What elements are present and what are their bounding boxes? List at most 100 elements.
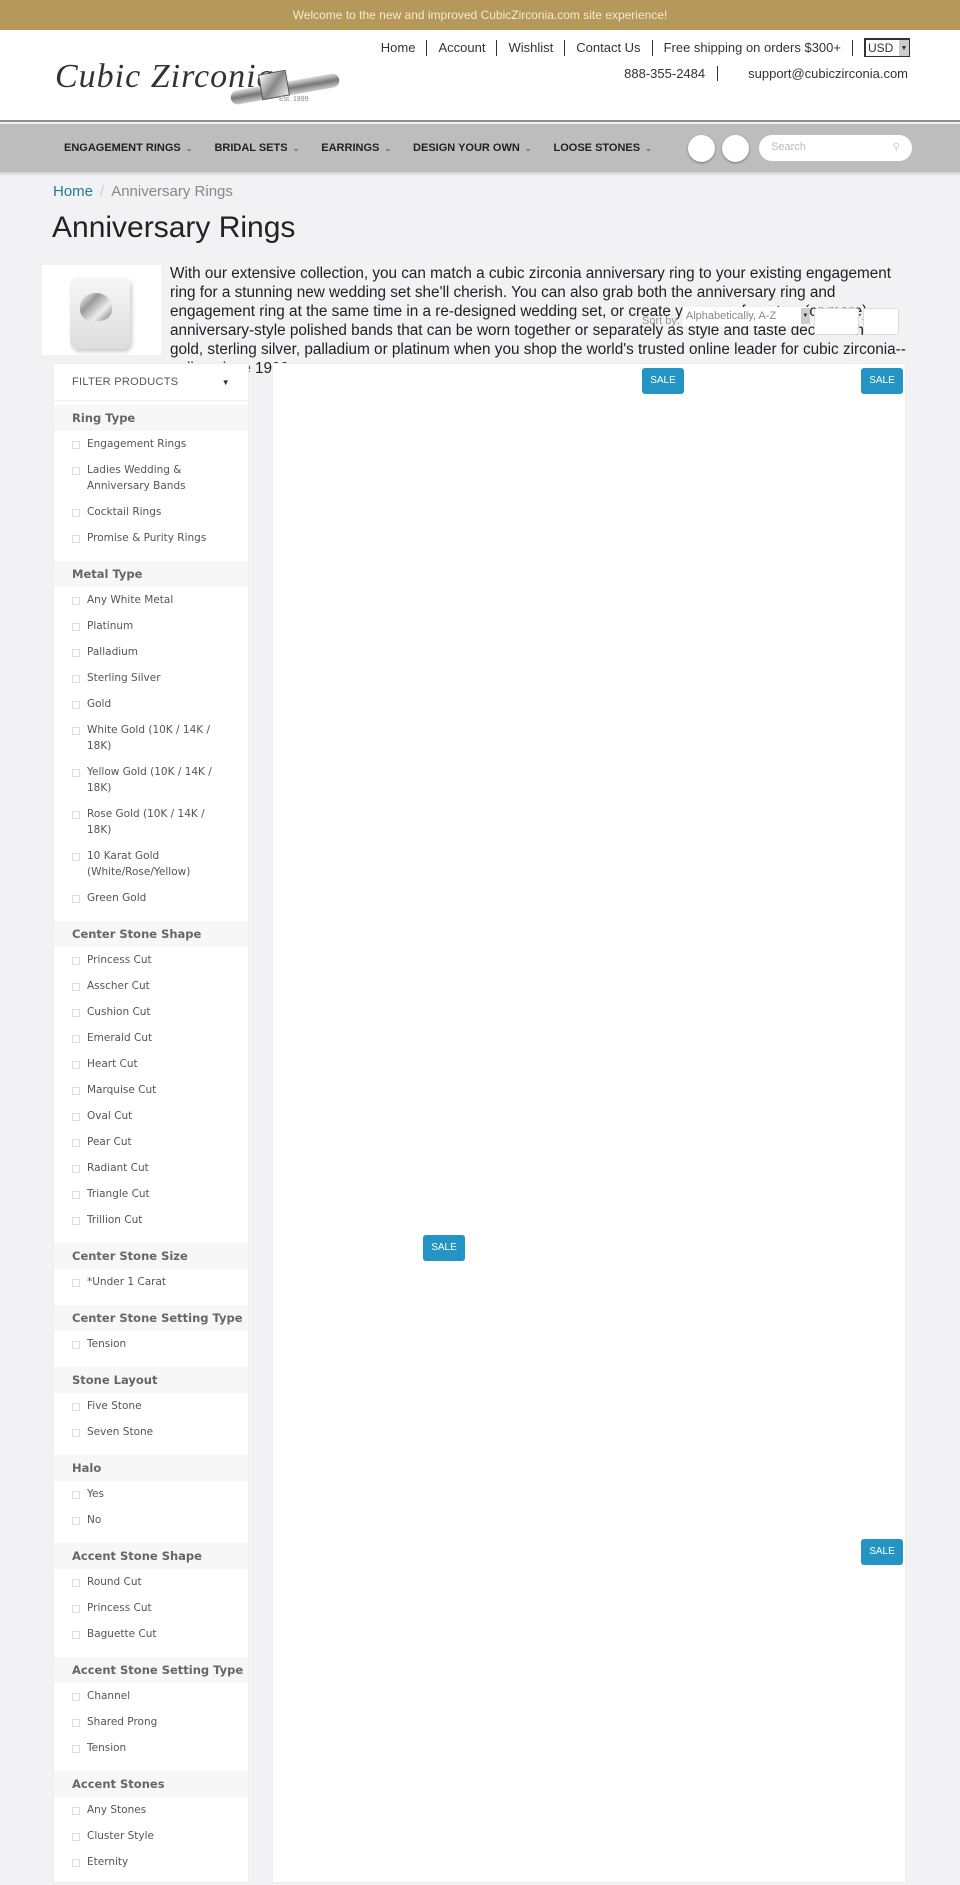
nav-loose-stones[interactable]: LOOSE STONES ⌄ [554,142,652,154]
filter-option[interactable]: Marquise Cut [54,1077,248,1103]
checkbox[interactable] [72,1165,80,1173]
currency-select[interactable]: USD ▼ [864,38,910,57]
filter-option[interactable]: Eternity [54,1849,248,1875]
filter-option[interactable]: Palladium [54,639,248,665]
checkbox[interactable] [72,1429,80,1437]
checkbox[interactable] [72,769,80,777]
checkbox[interactable] [72,509,80,517]
filter-option[interactable]: Sterling Silver [54,665,248,691]
nav-design-your-own[interactable]: DESIGN YOUR OWN ⌄ [413,142,531,154]
grid-view-button[interactable] [813,307,859,335]
checkbox[interactable] [72,1061,80,1069]
filter-option[interactable]: Promise & Purity Rings [54,525,248,551]
filter-option[interactable]: Round Cut [54,1569,248,1595]
filter-option[interactable]: Baguette Cut [54,1621,248,1647]
filter-option[interactable]: Ladies Wedding & Anniversary Bands [54,457,248,499]
checkbox[interactable] [72,1631,80,1639]
link-wishlist[interactable]: Wishlist [497,39,566,56]
logo[interactable]: Cubic Zirconia Est. 1999 [55,52,341,112]
checkbox[interactable] [72,811,80,819]
checkbox[interactable] [72,623,80,631]
search-icon[interactable]: ⚲ [893,136,900,160]
nav-engagement-rings[interactable]: ENGAGEMENT RINGS ⌄ [64,142,192,154]
checkbox[interactable] [72,1341,80,1349]
filter-toggle[interactable]: FILTER PRODUCTS ▼ [54,364,248,401]
link-home[interactable]: Home [381,39,428,56]
filter-option[interactable]: Triangle Cut [54,1181,248,1207]
checkbox[interactable] [72,1693,80,1701]
filter-option[interactable]: Oval Cut [54,1103,248,1129]
filter-option[interactable]: Tension [54,1735,248,1761]
filter-option[interactable]: Cluster Style [54,1823,248,1849]
checkbox[interactable] [72,649,80,657]
checkbox[interactable] [72,1279,80,1287]
checkbox[interactable] [72,727,80,735]
nav-bridal-sets[interactable]: BRIDAL SETS ⌄ [214,142,299,154]
filter-option[interactable]: Emerald Cut [54,1025,248,1051]
checkbox[interactable] [72,1217,80,1225]
checkbox[interactable] [72,535,80,543]
checkbox[interactable] [72,853,80,861]
checkbox[interactable] [72,675,80,683]
checkbox[interactable] [72,957,80,965]
filter-option[interactable]: Gold [54,691,248,717]
cart-icon[interactable] [722,135,749,162]
filter-option[interactable]: Engagement Rings [54,431,248,457]
filter-option[interactable]: Shared Prong [54,1709,248,1735]
filter-option[interactable]: 10 Karat Gold (White/Rose/Yellow) [54,843,248,885]
sort-select[interactable]: Alphabetically, A-Z ▼ [682,306,810,326]
checkbox[interactable] [72,1859,80,1867]
filter-option[interactable]: White Gold (10K / 14K / 18K) [54,717,248,759]
link-account[interactable]: Account [427,39,498,56]
checkbox[interactable] [72,1517,80,1525]
checkbox[interactable] [72,1035,80,1043]
checkbox[interactable] [72,983,80,991]
checkbox[interactable] [72,1403,80,1411]
filter-option[interactable]: Green Gold [54,885,248,911]
checkbox[interactable] [72,1833,80,1841]
checkbox[interactable] [72,1087,80,1095]
filter-option[interactable]: Rose Gold (10K / 14K / 18K) [54,801,248,843]
checkbox[interactable] [72,467,80,475]
filter-option[interactable]: No [54,1507,248,1533]
checkbox[interactable] [72,1807,80,1815]
filter-option[interactable]: Radiant Cut [54,1155,248,1181]
filter-option[interactable]: Princess Cut [54,947,248,973]
filter-option[interactable]: Yellow Gold (10K / 14K / 18K) [54,759,248,801]
checkbox[interactable] [72,597,80,605]
filter-option[interactable]: Tension [54,1331,248,1357]
checkbox[interactable] [72,1113,80,1121]
filter-option[interactable]: Any White Metal [54,587,248,613]
filter-option[interactable]: Asscher Cut [54,973,248,999]
filter-option[interactable]: Cocktail Rings [54,499,248,525]
filter-option[interactable]: Yes [54,1481,248,1507]
filter-option[interactable]: Five Stone [54,1393,248,1419]
checkbox[interactable] [72,895,80,903]
checkbox[interactable] [72,1605,80,1613]
filter-option[interactable]: Heart Cut [54,1051,248,1077]
account-icon[interactable] [688,135,715,162]
filter-option[interactable]: Any Stones [54,1797,248,1823]
checkbox[interactable] [72,1719,80,1727]
filter-option[interactable]: Seven Stone [54,1419,248,1445]
link-contact[interactable]: Contact Us [565,39,653,56]
search-input[interactable]: Search ⚲ [759,135,912,161]
checkbox[interactable] [72,1491,80,1499]
filter-option[interactable]: *Under 1 Carat [54,1269,248,1295]
filter-option[interactable]: Cushion Cut [54,999,248,1025]
checkbox[interactable] [72,1009,80,1017]
nav-earrings[interactable]: EARRINGS ⌄ [321,142,391,154]
list-view-button[interactable] [862,307,899,335]
checkbox[interactable] [72,441,80,449]
checkbox[interactable] [72,1139,80,1147]
checkbox[interactable] [72,1579,80,1587]
email[interactable]: support@cubiczirconia.com [748,66,908,81]
filter-option[interactable]: Pear Cut [54,1129,248,1155]
breadcrumb-home[interactable]: Home [53,183,93,200]
filter-option[interactable]: Trillion Cut [54,1207,248,1233]
checkbox[interactable] [72,1191,80,1199]
checkbox[interactable] [72,701,80,709]
phone[interactable]: 888-355-2484 [624,66,719,81]
checkbox[interactable] [72,1745,80,1753]
filter-option[interactable]: Channel [54,1683,248,1709]
